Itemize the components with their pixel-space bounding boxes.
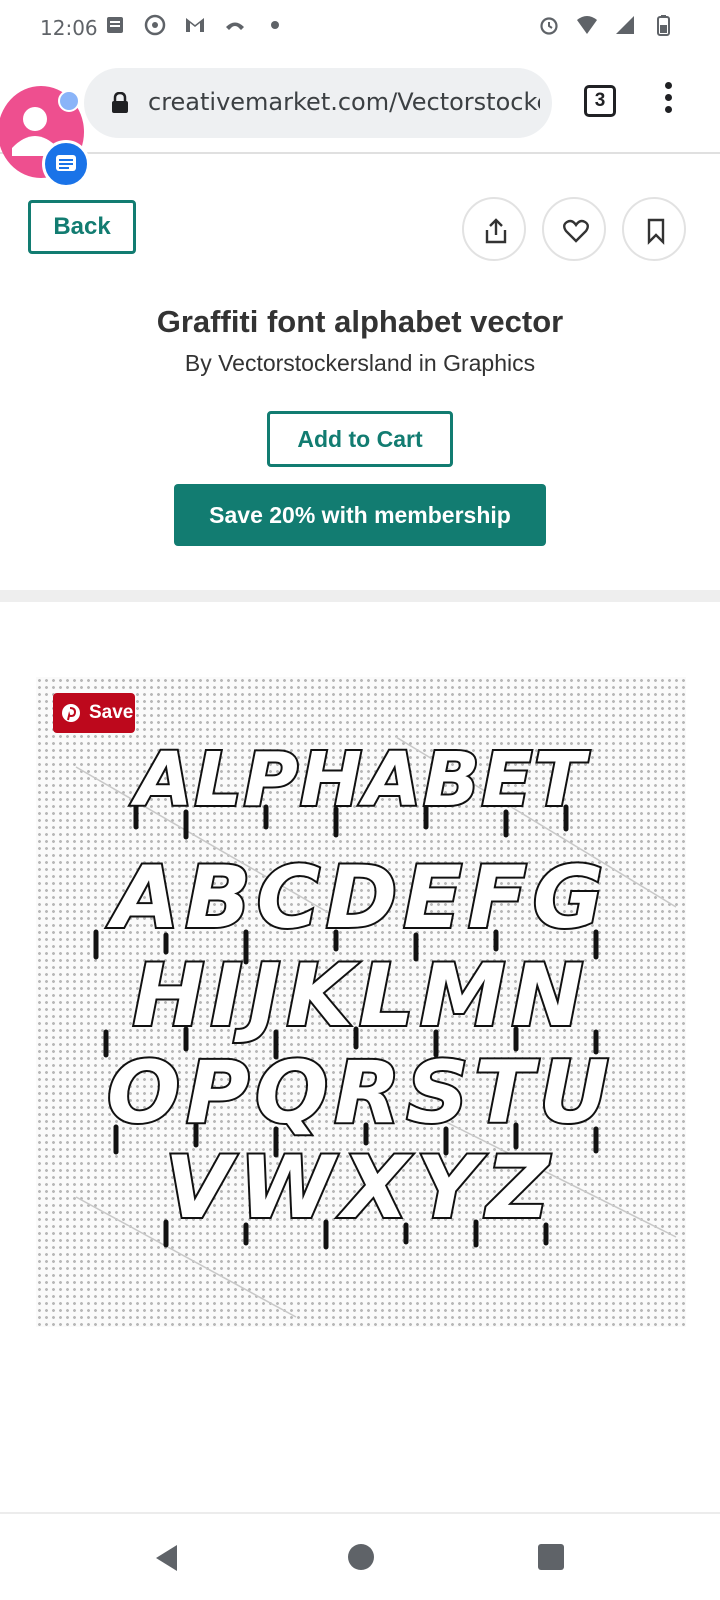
- pinterest-save-label: Save: [89, 702, 134, 723]
- alarm-icon: [540, 17, 558, 35]
- notes-icon: [107, 17, 123, 33]
- signal-icon: [616, 16, 634, 34]
- missed-call-icon: [226, 22, 244, 30]
- browser-menu-button[interactable]: [662, 82, 674, 118]
- system-navigation-bar: [0, 1514, 720, 1600]
- share-button[interactable]: [462, 197, 526, 261]
- address-bar[interactable]: creativemarket.com/Vectorstockersr: [84, 68, 552, 138]
- artwork-row-1: ABCDEFG: [107, 848, 610, 948]
- recents-square-icon[interactable]: [538, 1544, 564, 1570]
- menu-dot-icon: [664, 82, 672, 89]
- artwork-row-4: VWXYZ: [165, 1138, 557, 1238]
- message-icon: [56, 155, 76, 171]
- pinterest-save-button[interactable]: Save: [53, 693, 135, 733]
- membership-button[interactable]: Save 20% with membership: [174, 484, 546, 546]
- product-title: Graffiti font alphabet vector: [156, 304, 564, 339]
- dot-icon: [271, 21, 279, 29]
- product-preview-image[interactable]: .gtxt { font-family: "DejaVu Sans", sans…: [36, 677, 686, 1327]
- url-text: creativemarket.com/Vectorstockersr: [148, 88, 540, 116]
- artwork-row-3: OPQRSTU: [107, 1043, 615, 1143]
- status-bar: 12:06: [0, 0, 720, 56]
- menu-dot-icon: [664, 94, 672, 101]
- artwork-row-2: HIJKLMN: [133, 946, 590, 1046]
- add-to-cart-button[interactable]: Add to Cart: [267, 411, 453, 467]
- home-circle-icon[interactable]: [348, 1544, 374, 1570]
- browser-toolbar: creativemarket.com/Vectorstockersr 3: [0, 56, 720, 154]
- menu-dot-icon: [664, 106, 672, 113]
- artwork-heading: ALPHABET: [130, 737, 590, 823]
- bookmark-button[interactable]: [622, 197, 686, 261]
- lock-icon: [112, 92, 128, 113]
- favorite-button[interactable]: [542, 197, 606, 261]
- chat-notification-dot: [58, 90, 80, 112]
- heart-icon: [563, 219, 589, 243]
- section-divider: [0, 590, 720, 602]
- system-icons: [538, 14, 674, 36]
- data-saver-icon: [144, 14, 166, 36]
- product-byline[interactable]: By Vectorstockersland in Graphics: [0, 350, 720, 377]
- pinterest-icon: [62, 704, 80, 722]
- tab-switcher-button[interactable]: 3: [584, 85, 616, 117]
- bookmark-icon: [647, 218, 665, 245]
- back-triangle-icon[interactable]: [153, 1544, 181, 1572]
- battery-icon: [657, 15, 670, 36]
- gmail-icon: [186, 18, 204, 32]
- notification-icons: [104, 14, 286, 36]
- wifi-icon: [577, 16, 597, 34]
- status-time: 12:06: [40, 16, 98, 40]
- graffiti-alphabet-artwork: .gtxt { font-family: "DejaVu Sans", sans…: [75, 735, 677, 1318]
- share-icon: [485, 218, 507, 244]
- back-button[interactable]: Back: [28, 200, 136, 254]
- chat-badge[interactable]: [42, 140, 90, 188]
